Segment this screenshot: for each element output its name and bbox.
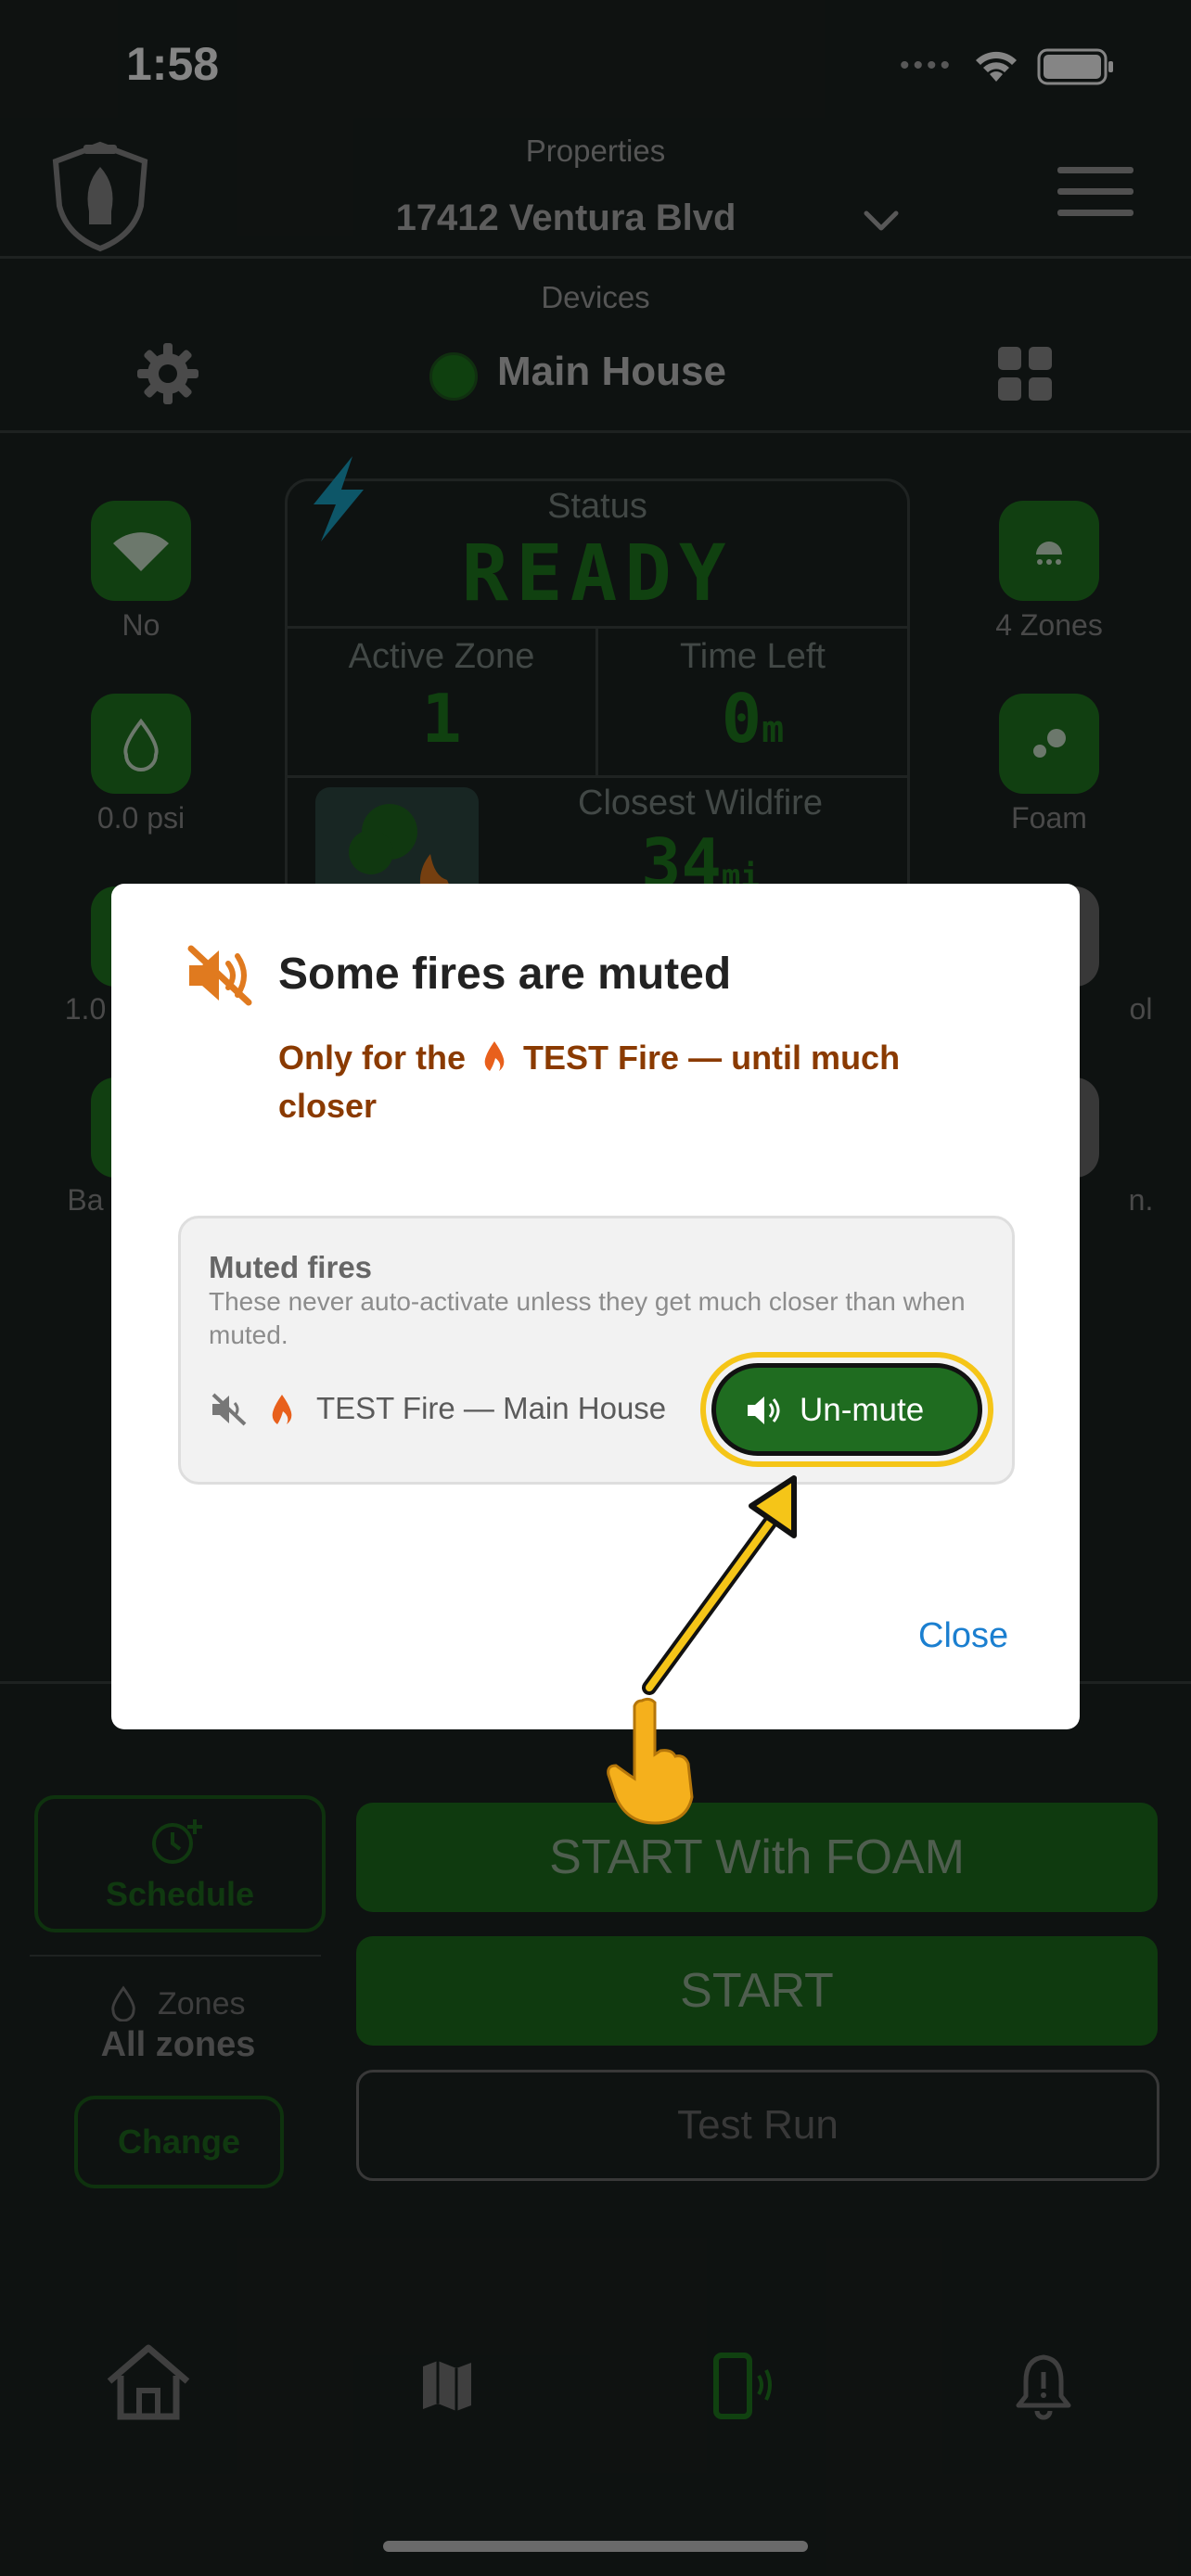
hand-pointer-icon bbox=[607, 1697, 694, 1825]
unmute-button[interactable]: Un-mute bbox=[711, 1363, 982, 1456]
card-description: These never auto-activate unless they ge… bbox=[209, 1287, 966, 1349]
speaker-muted-icon bbox=[187, 945, 252, 1006]
speaker-on-icon bbox=[748, 1396, 780, 1424]
card-title: Muted fires bbox=[209, 1250, 373, 1284]
speaker-muted-small-icon bbox=[211, 1393, 247, 1426]
fire-icon bbox=[484, 1041, 505, 1071]
muted-fire-item: TEST Fire — Main House bbox=[316, 1391, 667, 1425]
muted-fires-card: Muted fires These never auto-activate un… bbox=[178, 1216, 1015, 1485]
dialog-title: Some fires are muted bbox=[278, 950, 732, 999]
dialog-subtitle: Only for the TEST Fire — until much clos… bbox=[278, 1034, 983, 1130]
fire-small-icon bbox=[272, 1395, 292, 1424]
close-button[interactable]: Close bbox=[918, 1616, 1008, 1656]
unmute-label: Un-mute bbox=[800, 1392, 925, 1428]
dialog-subtitle-prefix: Only for the bbox=[278, 1039, 467, 1077]
muted-fires-dialog: Some fires are muted Only for the TEST F… bbox=[111, 884, 1080, 1729]
pointer-arrow-annotation bbox=[642, 1475, 797, 1695]
home-indicator bbox=[383, 2541, 808, 2552]
